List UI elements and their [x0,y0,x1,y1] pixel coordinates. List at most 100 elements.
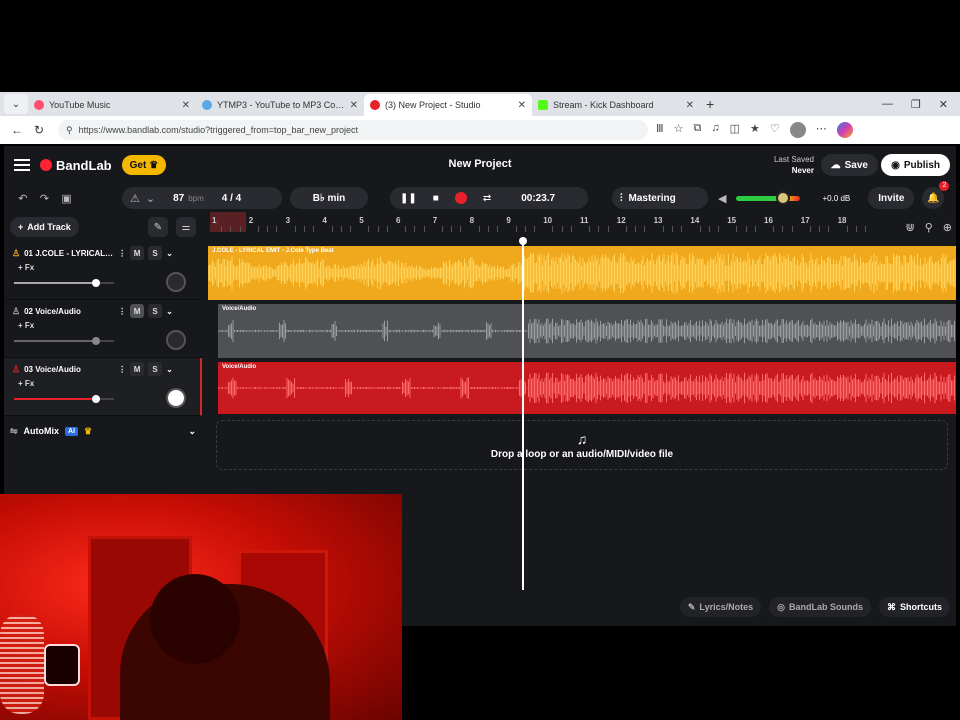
volume-knob[interactable] [92,395,100,403]
track-lane-2[interactable]: Voice/Audio [208,304,956,358]
volume-knob[interactable] [92,337,100,345]
playhead[interactable] [522,238,524,590]
notifications-bell-icon[interactable]: ♫ [711,122,719,138]
maximize-icon[interactable]: ❐ [911,98,921,111]
tab-close-icon[interactable]: ✕ [686,100,694,111]
metronome-settings-icon[interactable]: ▣ [61,192,71,205]
zoom-in-icon[interactable]: ⊕ [943,221,952,234]
address-bar[interactable]: ⚲ https://www.bandlab.com/studio?trigger… [58,120,648,140]
window-close-icon[interactable]: ✕ [939,98,948,111]
reader-view-icon[interactable]: Ⅲ [656,122,664,138]
pause-icon[interactable]: ❚❚ [400,193,417,204]
add-fx-button[interactable]: + Fx [18,379,194,388]
reload-icon[interactable]: ↻ [28,123,50,137]
lyrics-notes-button[interactable]: ✎ Lyrics/Notes [679,597,762,617]
volume-slider[interactable] [14,337,114,345]
add-track-button[interactable]: + Add Track [10,217,79,237]
zoom-out-icon[interactable]: ⚲ [925,221,933,234]
pan-knob[interactable] [166,330,186,350]
pencil-tool-icon[interactable]: ✎ [148,217,168,237]
minimize-icon[interactable]: — [882,98,893,111]
volume-slider[interactable] [14,279,114,287]
master-volume-meter[interactable] [736,190,801,205]
volume-slider[interactable] [14,395,114,403]
timeline-ruler[interactable]: 1234567891011121314151617181 [208,212,956,232]
add-fx-button[interactable]: + Fx [18,321,196,330]
audio-region[interactable]: J.COLE - LYRICAL EMIT - J.Cole Type Beat [208,246,956,300]
automix-chevron-down-icon[interactable]: ⌄ [188,426,196,437]
solo-button[interactable]: S [148,304,163,318]
extensions-icon[interactable]: ⧉ [693,122,701,138]
track-lane-3[interactable]: Voice/Audio [208,362,956,414]
playhead-handle[interactable] [519,237,527,245]
get-membership-button[interactable]: Get ♛ [121,155,167,175]
mastering-button[interactable]: ⫶ Mastering [612,187,708,209]
tab-close-icon[interactable]: ✕ [182,100,190,111]
solo-button[interactable]: S [148,246,163,260]
track-header-3[interactable]: ♙ 03 Voice/Audio ⋮ M S ⌄ + Fx [4,358,202,416]
track-name[interactable]: 03 Voice/Audio [24,365,114,374]
browser-tab-youtube-music[interactable]: YouTube Music ✕ [28,94,196,116]
solo-button[interactable]: S [148,362,163,376]
track-name[interactable]: 01 J.COLE - LYRICAL EMIT - J.Cole Type B… [24,249,114,258]
metronome-chevron-down-icon[interactable]: ⌄ [146,192,155,205]
master-volume-knob[interactable] [776,190,791,205]
time-signature[interactable]: 4 / 4 [222,193,241,204]
browser-tab-kick-dashboard[interactable]: Stream - Kick Dashboard ✕ [532,94,700,116]
bandlab-logo[interactable]: BandLab [40,158,112,173]
browser-tab-bandlab-studio[interactable]: (3) New Project - Studio ✕ [364,94,532,116]
audio-region[interactable]: Voice/Audio [218,304,956,358]
collections-icon[interactable]: ★ [750,122,760,138]
track-more-icon[interactable]: ⋮ [118,249,126,258]
redo-icon[interactable]: ↷ [40,192,49,205]
pan-knob[interactable] [166,272,186,292]
automix-row[interactable]: ⇋ AutoMix AI ♛ ⌄ [4,416,202,446]
speaker-icon[interactable]: ◀ [718,192,726,205]
favorite-star-icon[interactable]: ☆ [674,122,684,138]
bandlab-sounds-button[interactable]: ◎ BandLab Sounds [769,597,871,617]
add-fx-button[interactable]: + Fx [18,263,196,272]
audio-region[interactable]: Voice/Audio [218,362,956,414]
track-header-1[interactable]: ♙ 01 J.COLE - LYRICAL EMIT - J.Cole Type… [4,242,202,300]
mute-button[interactable]: M [130,246,145,260]
track-more-icon[interactable]: ⋮ [118,307,126,316]
back-arrow-icon[interactable]: ← [6,123,28,137]
browser-essentials-icon[interactable]: ♡ [770,122,780,138]
drop-zone[interactable]: ♫ Drop a loop or an audio/MIDI/video fil… [216,420,948,470]
hamburger-menu-icon[interactable] [14,156,30,174]
tab-close-icon[interactable]: ✕ [518,100,526,111]
key-selector[interactable]: B♭ min [290,187,368,209]
track-expand-chevron-icon[interactable]: ⌄ [166,249,173,258]
track-name[interactable]: 02 Voice/Audio [24,307,114,316]
track-more-icon[interactable]: ⋮ [118,365,126,374]
browser-tab-ytmp3[interactable]: YTMP3 - YouTube to MP3 Convert ✕ [196,94,364,116]
new-tab-plus-icon[interactable]: + [706,96,714,112]
split-screen-icon[interactable]: ◫ [730,122,740,138]
publish-button[interactable]: ◉ Publish [881,154,950,176]
volume-knob[interactable] [92,279,100,287]
metronome-icon[interactable]: ⚠ [130,192,140,205]
mute-button[interactable]: M [130,362,145,376]
magnet-snap-icon[interactable]: ⋓ [906,221,915,234]
save-button[interactable]: ☁ Save [820,154,878,176]
track-header-2[interactable]: ♙ 02 Voice/Audio ⋮ M S ⌄ + Fx [4,300,202,358]
stop-icon[interactable]: ■ [433,193,439,204]
site-info-icon[interactable]: ⚲ [66,125,73,136]
tab-close-icon[interactable]: ✕ [350,100,358,111]
track-lane-1[interactable]: J.COLE - LYRICAL EMIT - J.Cole Type Beat [208,246,956,300]
more-menu-icon[interactable]: ⋯ [816,122,827,138]
profile-avatar[interactable] [789,122,806,138]
copilot-icon[interactable] [836,122,853,138]
invite-button[interactable]: Invite [868,187,915,209]
notifications-button[interactable]: 🔔 2 [922,181,950,209]
pan-knob[interactable] [166,388,186,408]
mute-button[interactable]: M [130,304,145,318]
track-expand-chevron-icon[interactable]: ⌄ [166,307,173,316]
loop-icon[interactable]: ⇄ [483,193,491,204]
mixer-icon[interactable]: ⚌ [176,217,196,237]
tab-list-chevron-icon[interactable]: ⌄ [4,94,28,114]
tempo-value[interactable]: 87 [173,193,184,204]
track-expand-chevron-icon[interactable]: ⌄ [166,365,173,374]
shortcuts-button[interactable]: ⌘ Shortcuts [878,597,950,617]
undo-icon[interactable]: ↶ [18,192,27,205]
